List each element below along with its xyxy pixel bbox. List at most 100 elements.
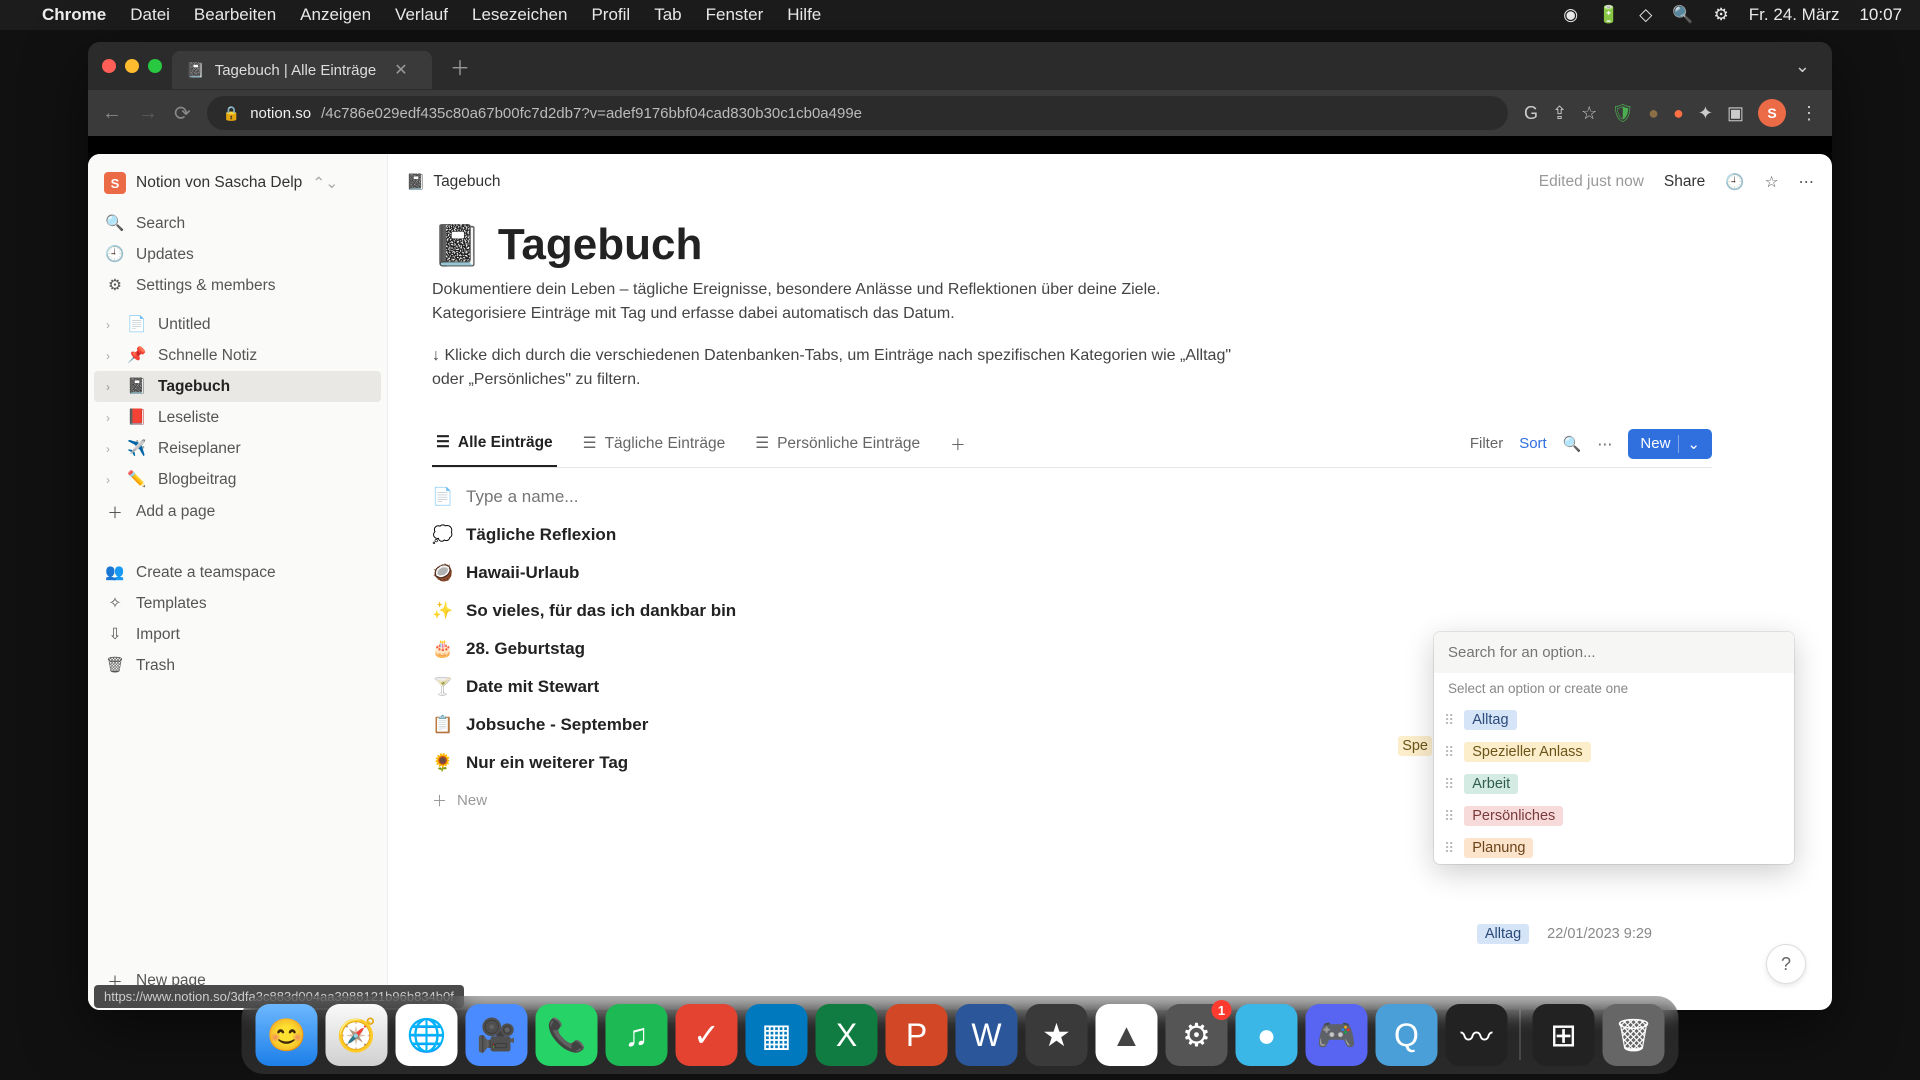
drag-handle-icon[interactable]: ⠿ xyxy=(1444,744,1454,761)
dock-zoom[interactable]: 🎥 xyxy=(466,1004,528,1066)
sidepanel-icon[interactable]: ▣ xyxy=(1727,103,1744,124)
filter-button[interactable]: Filter xyxy=(1470,435,1503,452)
tag-pill[interactable]: Alltag xyxy=(1477,924,1529,944)
new-entry-button[interactable]: New⌄ xyxy=(1628,429,1712,459)
drag-handle-icon[interactable]: ⠿ xyxy=(1444,840,1454,857)
view-tab-active[interactable]: ☰Alle Einträge xyxy=(432,420,557,467)
drag-handle-icon[interactable]: ⠿ xyxy=(1444,808,1454,825)
drag-handle-icon[interactable]: ⠿ xyxy=(1444,776,1454,793)
tag-option[interactable]: ⠿Alltag xyxy=(1434,704,1794,736)
menu-item[interactable]: Lesezeichen xyxy=(472,5,567,25)
control-center-icon[interactable]: ⚙ xyxy=(1714,5,1729,25)
dock-chrome[interactable]: 🌐 xyxy=(396,1004,458,1066)
sidebar-trash[interactable]: 🗑Trash xyxy=(94,650,381,681)
forward-button[interactable]: → xyxy=(138,102,158,125)
search-icon[interactable]: 🔍 xyxy=(1672,5,1693,25)
page-description[interactable]: Dokumentiere dein Leben – tägliche Ereig… xyxy=(432,278,1252,326)
tag-option[interactable]: ⠿Spezieller Anlass xyxy=(1434,736,1794,768)
wifi-icon[interactable]: ◇ xyxy=(1639,5,1652,25)
chrome-menu-button[interactable]: ⋮ xyxy=(1800,103,1818,124)
page-hint[interactable]: ↓ Klicke dich durch die verschiedenen Da… xyxy=(432,344,1252,392)
new-tab-button[interactable]: ＋ xyxy=(442,52,478,81)
more-icon[interactable]: ⋯ xyxy=(1799,173,1815,192)
sidebar-page[interactable]: ›📌Schnelle Notiz xyxy=(94,340,381,371)
dock-missioncontrol[interactable]: ⊞ xyxy=(1533,1004,1595,1066)
star-icon[interactable]: ☆ xyxy=(1765,173,1779,192)
extension-icon[interactable]: ● xyxy=(1673,103,1684,124)
view-tab[interactable]: ☰Tägliche Einträge xyxy=(579,420,730,467)
view-tab[interactable]: ☰Persönliche Einträge xyxy=(751,420,924,467)
tag-search-input[interactable] xyxy=(1434,632,1794,673)
breadcrumb[interactable]: 📓 Tagebuch xyxy=(406,173,501,192)
share-icon[interactable]: ⇪ xyxy=(1552,103,1567,124)
dock-quicktime[interactable]: Q xyxy=(1376,1004,1438,1066)
menubar-time[interactable]: 10:07 xyxy=(1859,5,1902,25)
menubar-app[interactable]: Chrome xyxy=(42,5,106,25)
menu-item[interactable]: Verlauf xyxy=(395,5,448,25)
maximize-window-button[interactable] xyxy=(148,59,162,73)
tag-option[interactable]: ⠿Arbeit xyxy=(1434,768,1794,800)
sidebar-search[interactable]: 🔍Search xyxy=(94,208,381,239)
tag-option[interactable]: ⠿Persönliches xyxy=(1434,800,1794,832)
search-icon[interactable]: 🔍 xyxy=(1563,435,1582,453)
dock-powerpoint[interactable]: P xyxy=(886,1004,948,1066)
dock-safari[interactable]: 🧭 xyxy=(326,1004,388,1066)
workspace-switcher[interactable]: S Notion von Sascha Delp ⌃⌄ xyxy=(94,166,381,200)
caret-icon[interactable]: › xyxy=(106,473,116,487)
dock-word[interactable]: W xyxy=(956,1004,1018,1066)
sidebar-updates[interactable]: 🕘Updates xyxy=(94,239,381,270)
add-view-button[interactable]: ＋ xyxy=(946,420,970,467)
menu-item[interactable]: Datei xyxy=(130,5,170,25)
extension-icon[interactable]: 🛡 xyxy=(1611,103,1634,124)
sidebar-page[interactable]: ›📕Leseliste xyxy=(94,402,381,433)
close-window-button[interactable] xyxy=(102,59,116,73)
menu-item[interactable]: Profil xyxy=(591,5,630,25)
sidebar-add-page[interactable]: ＋Add a page xyxy=(94,495,381,529)
browser-tab[interactable]: 📓 Tagebuch | Alle Einträge ✕ xyxy=(172,51,432,89)
sidebar-teamspace[interactable]: 👥Create a teamspace xyxy=(94,557,381,588)
translate-icon[interactable]: G xyxy=(1524,103,1538,124)
bookmark-icon[interactable]: ☆ xyxy=(1581,103,1597,124)
updates-icon[interactable]: 🕘 xyxy=(1725,173,1744,192)
more-icon[interactable]: ⋯ xyxy=(1597,435,1612,453)
battery-icon[interactable]: 🔋 xyxy=(1598,5,1619,25)
sidebar-page[interactable]: ›📄Untitled xyxy=(94,309,381,340)
dock-todoist[interactable]: ✓ xyxy=(676,1004,738,1066)
dock-discord[interactable]: 🎮 xyxy=(1306,1004,1368,1066)
menu-item[interactable]: Tab xyxy=(654,5,681,25)
dock-drive[interactable]: ▲ xyxy=(1096,1004,1158,1066)
minimize-window-button[interactable] xyxy=(125,59,139,73)
sidebar-templates[interactable]: ✧Templates xyxy=(94,588,381,619)
record-icon[interactable]: ◉ xyxy=(1563,5,1578,25)
sidebar-import[interactable]: ⇩Import xyxy=(94,619,381,650)
reload-button[interactable]: ⟳ xyxy=(174,101,191,126)
sidebar-page[interactable]: ›✏️Blogbeitrag xyxy=(94,464,381,495)
menu-item[interactable]: Bearbeiten xyxy=(194,5,276,25)
dock-imovie[interactable]: ★ xyxy=(1026,1004,1088,1066)
menubar-date[interactable]: Fr. 24. März xyxy=(1749,5,1840,25)
dock-finder[interactable]: 😊 xyxy=(256,1004,318,1066)
dock-app[interactable]: ● xyxy=(1236,1004,1298,1066)
chevron-down-icon[interactable]: ⌄ xyxy=(1678,435,1700,453)
sidebar-page[interactable]: ›✈️Reiseplaner xyxy=(94,433,381,464)
name-input[interactable] xyxy=(466,487,866,507)
sidebar-settings[interactable]: ⚙Settings & members xyxy=(94,270,381,301)
caret-icon[interactable]: › xyxy=(106,349,116,363)
back-button[interactable]: ← xyxy=(102,102,122,125)
tab-overflow-button[interactable]: ⌄ xyxy=(1787,56,1818,77)
tag-option[interactable]: ⠿Planung xyxy=(1434,832,1794,864)
help-button[interactable]: ? xyxy=(1766,944,1806,984)
dock-voice[interactable]: 〰 xyxy=(1446,1004,1508,1066)
page-title[interactable]: Tagebuch xyxy=(498,220,703,270)
dock-excel[interactable]: X xyxy=(816,1004,878,1066)
menu-item[interactable]: Fenster xyxy=(706,5,764,25)
close-tab-button[interactable]: ✕ xyxy=(394,60,407,80)
sort-button[interactable]: Sort xyxy=(1519,435,1547,452)
dock-whatsapp[interactable]: 📞 xyxy=(536,1004,598,1066)
extensions-button[interactable]: ✦ xyxy=(1698,103,1713,124)
db-row[interactable]: 💭Tägliche Reflexion xyxy=(432,516,1712,554)
new-row-input[interactable]: 📄 xyxy=(432,478,1712,516)
extension-icon[interactable]: ● xyxy=(1648,103,1659,124)
drag-handle-icon[interactable]: ⠿ xyxy=(1444,712,1454,729)
dock-spotify[interactable]: ♫ xyxy=(606,1004,668,1066)
